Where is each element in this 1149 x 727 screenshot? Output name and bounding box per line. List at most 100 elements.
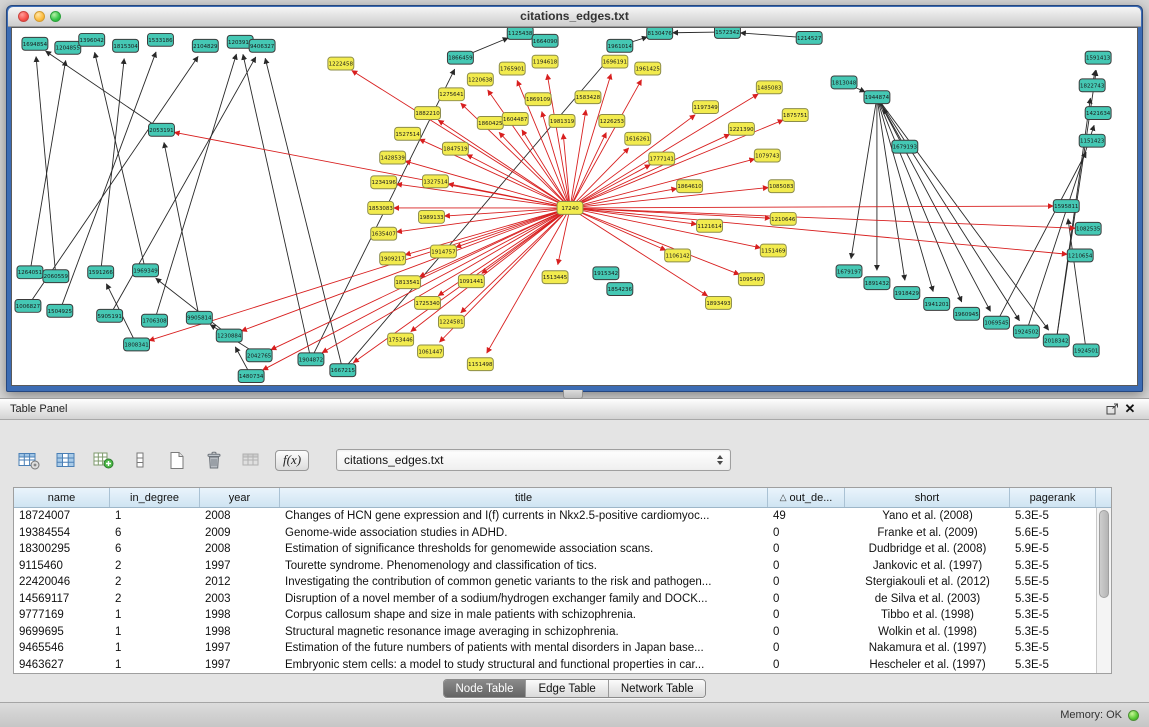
graph-node[interactable]: 5905191 xyxy=(97,309,123,322)
graph-node[interactable]: 1533186 xyxy=(148,33,174,46)
graph-node[interactable]: 1079743 xyxy=(754,149,780,162)
import-table-icon[interactable] xyxy=(238,447,264,473)
graph-node[interactable]: 1866459 xyxy=(447,51,473,64)
graph-node[interactable]: 1226253 xyxy=(599,115,625,128)
column-header-in_degree[interactable]: in_degree xyxy=(110,488,200,507)
graph-node[interactable]: 1006827 xyxy=(15,299,41,312)
graph-node[interactable]: 1595811 xyxy=(1053,200,1079,213)
graph-node[interactable]: 1960945 xyxy=(954,307,980,320)
graph-node[interactable]: 1815304 xyxy=(113,39,139,52)
graph-node[interactable]: 1082535 xyxy=(1075,222,1101,235)
graph-node[interactable]: 1230884 xyxy=(216,329,242,342)
minimize-window-button[interactable] xyxy=(34,11,45,22)
graph-node[interactable]: 1822743 xyxy=(1079,79,1105,92)
graph-node[interactable]: 1616261 xyxy=(625,132,651,145)
column-header-name[interactable]: name xyxy=(14,488,110,507)
scrollbar-thumb[interactable] xyxy=(1099,510,1109,598)
graph-node[interactable]: 1151469 xyxy=(760,244,786,257)
graph-node[interactable]: 1428539 xyxy=(380,151,406,164)
table-row[interactable]: 946554611997Estimation of the future num… xyxy=(14,640,1096,657)
graph-node[interactable]: 1485083 xyxy=(756,81,782,94)
graph-node[interactable]: 1264051 xyxy=(17,266,43,279)
graph-node[interactable]: 2018342 xyxy=(1043,334,1069,347)
table-mode-icon[interactable] xyxy=(16,447,42,473)
graph-node[interactable]: 1914757 xyxy=(431,245,457,258)
graph-node[interactable]: 1706308 xyxy=(142,314,168,327)
graph-node[interactable]: 1069545 xyxy=(984,316,1010,329)
show-columns-icon[interactable] xyxy=(53,447,79,473)
table-row[interactable]: 1938455462009Genome-wide association stu… xyxy=(14,525,1096,542)
graph-node[interactable]: 17240 xyxy=(557,202,583,215)
graph-node[interactable]: 1944874 xyxy=(864,91,890,104)
new-document-icon[interactable] xyxy=(164,447,190,473)
graph-node[interactable]: 1583428 xyxy=(575,91,601,104)
graph-node[interactable]: 1091441 xyxy=(458,275,484,288)
graph-node[interactable]: 1941201 xyxy=(924,297,950,310)
graph-node[interactable]: 1572342 xyxy=(715,28,741,38)
create-column-icon[interactable] xyxy=(90,447,116,473)
graph-node[interactable]: 1204855 xyxy=(55,41,81,54)
graph-node[interactable]: 1224581 xyxy=(438,315,464,328)
graph-node[interactable]: 1085083 xyxy=(768,180,794,193)
graph-node[interactable]: 1981319 xyxy=(549,115,575,128)
graph-node[interactable]: 1194618 xyxy=(532,55,558,68)
graph-node[interactable]: 1504925 xyxy=(47,304,73,317)
graph-node[interactable]: 1989133 xyxy=(419,210,445,223)
row-options-icon[interactable] xyxy=(127,447,153,473)
graph-node[interactable]: 1854236 xyxy=(607,283,633,296)
graph-node[interactable]: 1095497 xyxy=(738,273,764,286)
zoom-window-button[interactable] xyxy=(50,11,61,22)
graph-node[interactable]: 1694854 xyxy=(22,37,48,50)
graph-node[interactable]: 2042765 xyxy=(246,349,272,362)
graph-node[interactable]: 1679193 xyxy=(892,140,918,153)
graph-node[interactable]: 9406327 xyxy=(249,39,275,52)
column-header-pagerank[interactable]: pagerank xyxy=(1010,488,1096,507)
graph-node[interactable]: 2053191 xyxy=(149,123,175,136)
table-row[interactable]: 911546021997Tourette syndrome. Phenomeno… xyxy=(14,558,1096,575)
table-row[interactable]: 1872400712008Changes of HCN gene express… xyxy=(14,508,1096,525)
graph-node[interactable]: 1121614 xyxy=(697,219,723,232)
column-header-short[interactable]: short xyxy=(845,488,1010,507)
graph-node[interactable]: 1813048 xyxy=(831,76,857,89)
graph-node[interactable]: 1869109 xyxy=(525,93,551,106)
graph-node[interactable]: 1125438 xyxy=(507,28,533,39)
graph-node[interactable]: 1813541 xyxy=(395,276,421,289)
graph-node[interactable]: 1061447 xyxy=(418,345,444,358)
graph-node[interactable]: 1210646 xyxy=(770,212,796,225)
graph-node[interactable]: 1753446 xyxy=(388,333,414,346)
table-row[interactable]: 2242004622012Investigating the contribut… xyxy=(14,574,1096,591)
graph-node[interactable]: 1591413 xyxy=(1085,51,1111,64)
graph-node[interactable]: 1210654 xyxy=(1067,249,1093,262)
graph-node[interactable]: 1696191 xyxy=(602,55,628,68)
graph-node[interactable]: 1725340 xyxy=(415,296,441,309)
graph-node[interactable]: 1875751 xyxy=(782,109,808,122)
graph-node[interactable]: 1891432 xyxy=(864,277,890,290)
graph-node[interactable]: 1765901 xyxy=(499,62,525,75)
column-header-out_de[interactable]: △out_de... xyxy=(768,488,845,507)
graph-node[interactable]: 1860425 xyxy=(477,117,503,130)
graph-node[interactable]: 1777141 xyxy=(649,152,675,165)
graph-node[interactable]: 1220638 xyxy=(467,73,493,86)
graph-node[interactable]: 1847519 xyxy=(442,142,468,155)
graph-node[interactable]: 1961425 xyxy=(635,62,661,75)
delete-column-icon[interactable] xyxy=(201,447,227,473)
graph-node[interactable]: 1527514 xyxy=(395,127,421,140)
graph-node[interactable]: 1904872 xyxy=(298,353,324,366)
graph-node[interactable]: 1234196 xyxy=(371,176,397,189)
graph-node[interactable]: 1591266 xyxy=(88,266,114,279)
graph-node[interactable]: 1909217 xyxy=(380,252,406,265)
graph-node[interactable]: 1480734 xyxy=(238,370,264,383)
table-row[interactable]: 946362711997Embryonic stem cells: a mode… xyxy=(14,657,1096,674)
table-row[interactable]: 1830029562008Estimation of significance … xyxy=(14,541,1096,558)
window-resize-handle[interactable] xyxy=(563,390,583,399)
network-canvas[interactable]: 1694854120485513960421815304153318621048… xyxy=(11,27,1138,386)
graph-node[interactable]: 1151423 xyxy=(1079,134,1105,147)
graph-node[interactable]: 1667215 xyxy=(330,364,356,377)
float-panel-icon[interactable] xyxy=(1103,401,1121,417)
graph-node[interactable]: 1915342 xyxy=(593,267,619,280)
graph-node[interactable]: 9905814 xyxy=(186,311,212,324)
graph-node[interactable]: 1197349 xyxy=(693,101,719,114)
table-selector-dropdown[interactable]: citations_edges.txt xyxy=(336,449,731,471)
graph-node[interactable]: 1864610 xyxy=(677,180,703,193)
table-row[interactable]: 1456911722003Disruption of a novel membe… xyxy=(14,591,1096,608)
